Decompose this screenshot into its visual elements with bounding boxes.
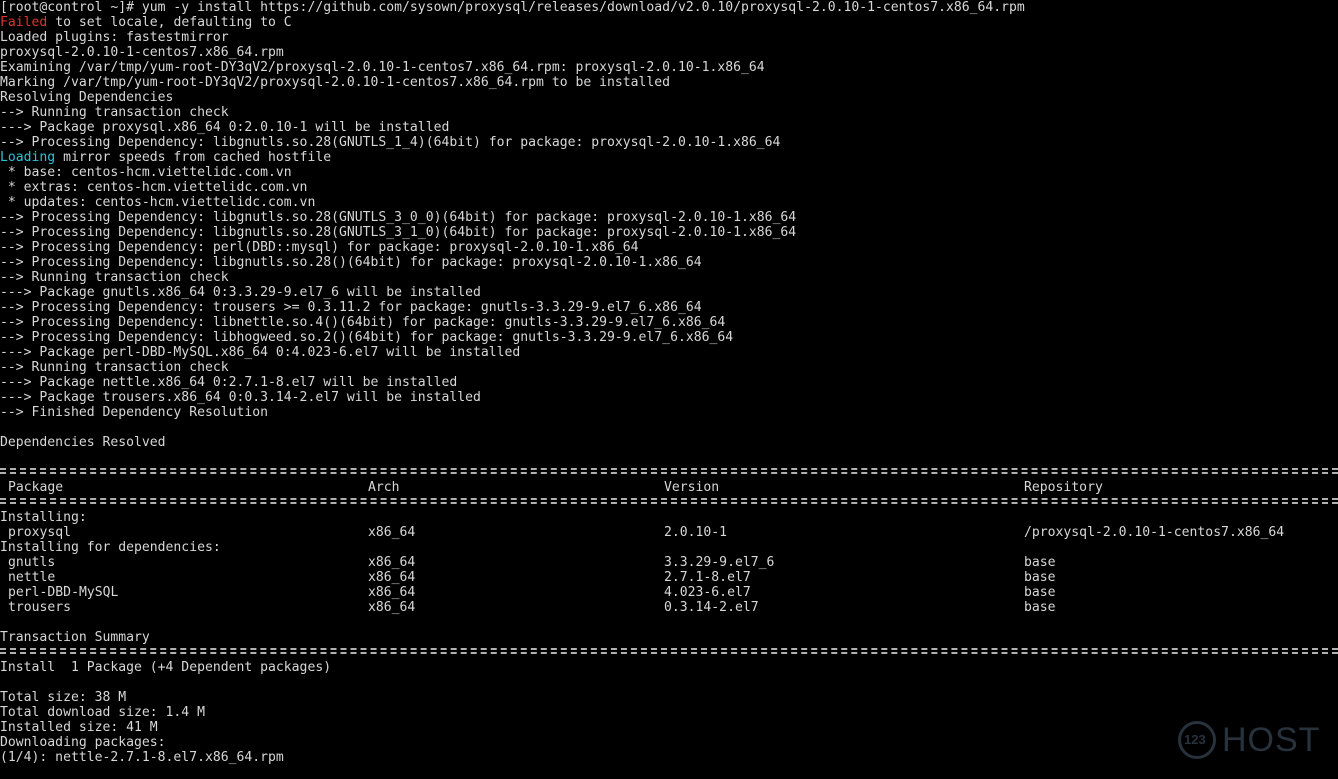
row-version: 3.3.29-9.el7_6	[664, 555, 775, 570]
output-line: --> Processing Dependency: libnettle.so.…	[0, 315, 726, 330]
output-line: --> Processing Dependency: trousers >= 0…	[0, 300, 702, 315]
header-repository: Repository	[1024, 480, 1103, 495]
row-repository: base	[1024, 600, 1056, 615]
logo-number: 123	[1184, 732, 1206, 747]
output-line: --> Processing Dependency: perl(DBD::mys…	[0, 240, 639, 255]
output-line: Loading mirror speeds from cached hostfi…	[0, 150, 331, 165]
row-package: nettle	[8, 570, 56, 585]
row-repository: base	[1024, 570, 1056, 585]
downloading-label: Downloading packages:	[0, 735, 166, 750]
output-line: * base: centos-hcm.viettelidc.com.vn	[0, 165, 292, 180]
table-separator	[0, 468, 1338, 474]
row-arch: x86_64	[368, 600, 416, 615]
row-version: 2.0.10-1	[664, 525, 728, 540]
row-arch: x86_64	[368, 585, 416, 600]
row-package: trousers	[8, 600, 72, 615]
output-line: proxysql-2.0.10-1-centos7.x86_64.rpm	[0, 45, 284, 60]
row-package: gnutls	[8, 555, 56, 570]
download-size: Total download size: 1.4 M	[0, 705, 205, 720]
row-arch: x86_64	[368, 525, 416, 540]
output-line: --> Finished Dependency Resolution	[0, 405, 269, 420]
info-prefix: Loading	[0, 150, 56, 165]
total-size: Total size: 38 M	[0, 690, 127, 705]
row-package: proxysql	[8, 525, 72, 540]
command-line: [root@control ~]# yum -y install https:/…	[0, 0, 1025, 15]
installed-size: Installed size: 41 M	[0, 720, 158, 735]
output-line: Loaded plugins: fastestmirror	[0, 30, 229, 45]
output-line: * updates: centos-hcm.viettelidc.com.vn	[0, 195, 316, 210]
output-line: --> Processing Dependency: libhogweed.so…	[0, 330, 734, 345]
row-version: 2.7.1-8.el7	[664, 570, 751, 585]
output-line: --> Processing Dependency: libgnutls.so.…	[0, 210, 797, 225]
output-line: Failed to set locale, defaulting to C	[0, 15, 292, 30]
summary-title: Transaction Summary	[0, 630, 150, 645]
row-repository: base	[1024, 555, 1056, 570]
row-repository: base	[1024, 585, 1056, 600]
output-line: * extras: centos-hcm.viettelidc.com.vn	[0, 180, 308, 195]
output-line: ---> Package nettle.x86_64 0:2.7.1-8.el7…	[0, 375, 458, 390]
output-line: --> Processing Dependency: libgnutls.so.…	[0, 225, 797, 240]
installing-label: Installing:	[0, 510, 87, 525]
row-version: 0.3.14-2.el7	[664, 600, 759, 615]
logo-brand: HOST	[1222, 721, 1321, 759]
download-progress: (1/4): nettle-2.7.1-8.el7.x86_64.rpm	[0, 750, 284, 765]
watermark-logo: 123 HOST	[1174, 715, 1338, 771]
output-line: Examining /var/tmp/yum-root-DY3qV2/proxy…	[0, 60, 765, 75]
output-line: --> Running transaction check	[0, 360, 229, 375]
deps-label: Installing for dependencies:	[0, 540, 221, 555]
output-line: ---> Package perl-DBD-MySQL.x86_64 0:4.0…	[0, 345, 521, 360]
output-line: --> Processing Dependency: libgnutls.so.…	[0, 135, 781, 150]
output-line: ---> Package gnutls.x86_64 0:3.3.29-9.el…	[0, 285, 481, 300]
header-package: Package	[8, 480, 64, 495]
output-line: ---> Package proxysql.x86_64 0:2.0.10-1 …	[0, 120, 450, 135]
table-separator	[0, 498, 1338, 504]
error-prefix: Failed	[0, 15, 48, 30]
output-line: --> Processing Dependency: libgnutls.so.…	[0, 255, 702, 270]
summary-install-line: Install 1 Package (+4 Dependent packages…	[0, 660, 332, 675]
header-version: Version	[664, 480, 720, 495]
row-arch: x86_64	[368, 555, 416, 570]
output-line: --> Running transaction check	[0, 270, 229, 285]
table-separator	[0, 648, 1338, 654]
row-version: 4.023-6.el7	[664, 585, 751, 600]
row-arch: x86_64	[368, 570, 416, 585]
terminal-window[interactable]: [root@control ~]# yum -y install https:/…	[0, 0, 1338, 779]
output-text: mirror speeds from cached hostfile	[55, 150, 332, 165]
row-package: perl-DBD-MySQL	[8, 585, 119, 600]
output-line: Resolving Dependencies	[0, 90, 174, 105]
output-line: Marking /var/tmp/yum-root-DY3qV2/proxysq…	[0, 75, 671, 90]
output-line: Dependencies Resolved	[0, 435, 166, 450]
header-arch: Arch	[368, 480, 400, 495]
output-line: --> Running transaction check	[0, 105, 229, 120]
row-repository: /proxysql-2.0.10-1-centos7.x86_64	[1024, 525, 1285, 540]
output-text: to set locale, defaulting to C	[47, 15, 292, 30]
output-line: ---> Package trousers.x86_64 0:0.3.14-2.…	[0, 390, 481, 405]
